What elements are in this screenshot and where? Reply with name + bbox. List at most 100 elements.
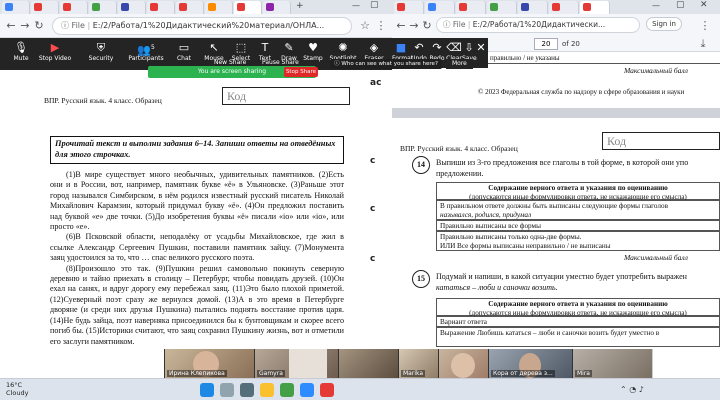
video-tile[interactable] <box>438 349 488 378</box>
tab-active[interactable] <box>234 1 262 14</box>
copyright-footer: © 2023 Федеральная служба по надзору в с… <box>478 88 685 96</box>
spotlight-icon: ✺ <box>338 41 348 54</box>
page-number-input[interactable]: 20 <box>534 38 558 50</box>
video-icon: ▶ <box>50 41 60 54</box>
tab[interactable] <box>518 1 548 14</box>
weather-widget[interactable]: 16°C Cloudy <box>6 381 46 399</box>
tab-favicon-icon <box>552 3 560 11</box>
participant-name: Кора от дерева з... <box>491 370 555 377</box>
forward-icon[interactable]: → <box>18 19 32 33</box>
tab[interactable] <box>205 1 233 14</box>
tab[interactable] <box>549 1 579 14</box>
video-tile[interactable]: Mira <box>572 349 652 378</box>
participants-button[interactable]: 👥5 Participants <box>126 40 166 68</box>
weather-condition: Cloudy <box>6 389 29 397</box>
video-tile[interactable]: Ирина Клепикова <box>164 349 254 378</box>
tab[interactable] <box>31 1 59 14</box>
tab-favicon-icon <box>459 3 467 11</box>
new-share-label[interactable]: New Share <box>214 59 246 66</box>
url-field[interactable]: ⓘ File | E:/2/Работа/1%20Дидактический%2… <box>52 17 352 35</box>
chrome-icon[interactable] <box>280 383 294 397</box>
back-icon[interactable]: ← <box>4 19 18 33</box>
tab-active[interactable] <box>580 1 610 14</box>
tab-favicon-icon <box>5 3 13 11</box>
participant-face <box>451 353 475 378</box>
video-tile[interactable]: Кора от дерева з... <box>488 349 572 378</box>
stop-share-button[interactable]: Stop Share <box>284 67 318 77</box>
zoom-icon[interactable] <box>300 383 314 397</box>
tab[interactable] <box>89 1 117 14</box>
tab[interactable] <box>2 1 30 14</box>
sharing-text: You are screen sharing <box>197 68 267 75</box>
maximize-icon[interactable]: ▢ <box>676 0 685 10</box>
url-text: E:/2/Работа/1%20Дидактически... <box>472 20 606 29</box>
paragraph: (1)В мире существует много необычных, уд… <box>50 170 344 232</box>
stamp-label: Stamp <box>303 55 323 62</box>
reading-text: (1)В мире существует много необычных, уд… <box>50 170 344 347</box>
side-text: с <box>370 156 376 166</box>
minimize-icon[interactable]: — <box>352 1 360 10</box>
tab-favicon-icon <box>92 3 100 11</box>
close-icon[interactable]: ✕ <box>700 0 708 10</box>
url-field[interactable]: ⓘ File | E:/2/Работа/1%20Дидактически... <box>436 17 640 33</box>
sign-in-button[interactable]: Sign in <box>646 17 682 31</box>
who-can-see-button[interactable]: ⓘ Who can see what you share here? <box>330 59 442 69</box>
security-label: Security <box>88 55 114 62</box>
forward-icon[interactable]: → <box>407 19 421 33</box>
stop-video-button[interactable]: ▶ Stop Video <box>38 40 72 68</box>
tab[interactable] <box>263 1 291 14</box>
back-icon[interactable]: ← <box>394 19 408 33</box>
task-view-icon[interactable] <box>240 383 254 397</box>
windows-start-icon[interactable] <box>200 383 214 397</box>
tab-favicon-icon <box>521 3 529 11</box>
chat-label: Chat <box>176 55 192 62</box>
reload-icon[interactable]: ↻ <box>32 19 46 33</box>
file-explorer-icon[interactable] <box>260 383 274 397</box>
tab[interactable] <box>394 1 424 14</box>
menu-icon[interactable]: ⋮ <box>374 19 388 33</box>
pause-share-label[interactable]: Pause Share <box>262 59 299 66</box>
pdf-app-icon[interactable] <box>320 383 334 397</box>
video-tile[interactable] <box>338 349 398 378</box>
tab[interactable] <box>147 1 175 14</box>
tab[interactable] <box>176 1 204 14</box>
close-toolbar-button[interactable]: ✕ <box>474 40 488 68</box>
search-icon[interactable] <box>220 383 234 397</box>
top-line-text: правильно / не указаны <box>490 54 560 62</box>
participant-name: Marika <box>401 370 426 377</box>
stamp-button[interactable]: ♥ Stamp <box>298 40 328 68</box>
new-tab-icon[interactable]: + <box>296 1 304 11</box>
tab[interactable] <box>487 1 517 14</box>
tab-favicon-icon <box>397 3 405 11</box>
tab[interactable] <box>118 1 146 14</box>
url-text: E:/2/Работа/1%20Дидактический%20материал… <box>92 21 325 30</box>
star-icon[interactable]: ☆ <box>358 19 372 33</box>
security-button[interactable]: ⛨ Security <box>84 40 118 68</box>
participant-video <box>289 349 327 378</box>
redo-icon: ↷ <box>432 41 442 54</box>
tab[interactable] <box>60 1 88 14</box>
stamp-icon: ♥ <box>308 41 318 54</box>
doc-header: ВПР. Русский язык. 4 класс. Образец <box>400 144 518 153</box>
minimize-icon[interactable]: — <box>652 1 660 10</box>
left-browser-window: + — ▢ ← → ↻ ⓘ File | E:/2/Работа/1%20Дид… <box>0 0 392 378</box>
more-button[interactable]: More <box>446 59 473 69</box>
side-text: ас <box>370 78 382 88</box>
participant-name: Gamyra <box>257 370 285 377</box>
video-tile[interactable]: Marika <box>398 349 438 378</box>
chat-button[interactable]: ▭ Chat <box>170 40 198 68</box>
system-tray-icons[interactable]: ⌃ ◔ ♪ <box>620 385 644 394</box>
reload-icon[interactable]: ↻ <box>420 19 434 33</box>
video-tile[interactable]: Gamyra <box>254 349 338 378</box>
maximize-icon[interactable]: ▢ <box>370 0 379 10</box>
menu-icon[interactable]: ⋮ <box>698 19 712 33</box>
table-head: Содержание верного ответа и указания по … <box>488 300 668 308</box>
sign-in-label: Sign in <box>652 20 676 28</box>
tab[interactable] <box>456 1 486 14</box>
page-gap <box>392 108 720 118</box>
row-text: назывался, родился, придумал <box>440 210 532 219</box>
tab[interactable] <box>425 1 455 14</box>
download-icon[interactable]: ⤓ <box>696 37 710 51</box>
paragraph: (8)Произошло это так. (9)Пушкин решил са… <box>50 263 344 346</box>
mute-button[interactable]: 🎙 Mute <box>4 40 38 68</box>
